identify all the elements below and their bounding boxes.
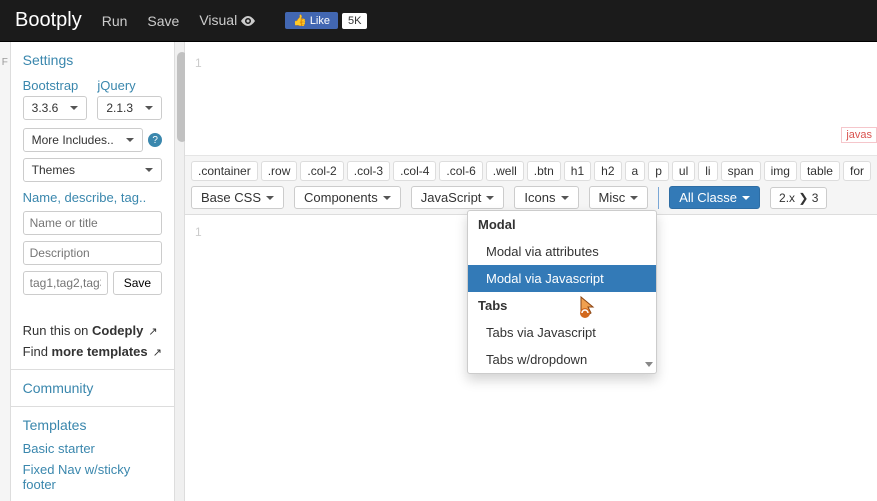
snippet-pill[interactable]: p	[648, 161, 669, 181]
save-link[interactable]: Save	[147, 13, 179, 29]
snippet-pill[interactable]: .col-4	[393, 161, 436, 181]
javascript-dropdown-menu: Modal Modal via attributes Modal via Jav…	[467, 210, 657, 374]
run-link[interactable]: Run	[102, 13, 128, 29]
tag-pills-row: .container.row.col-2.col-3.col-4.col-6.w…	[191, 161, 871, 181]
sidebar: Settings Bootstrap 3.3.6 jQuery 2.1.3 Mo…	[11, 42, 174, 501]
find-more-templates[interactable]: Find more templates ↗	[23, 344, 162, 359]
thumb-icon: 👍	[293, 14, 307, 27]
caret-down-icon	[561, 196, 569, 200]
description-input[interactable]	[23, 241, 162, 265]
snippet-pill[interactable]: ul	[672, 161, 695, 181]
snippet-pill[interactable]: h1	[564, 161, 591, 181]
components-dropdown[interactable]: Components	[294, 186, 401, 209]
external-link-icon: ↗	[150, 347, 162, 359]
dropdown-item-modal-javascript[interactable]: Modal via Javascript	[468, 265, 656, 292]
external-link-icon: ↗	[145, 326, 157, 338]
snippet-pill[interactable]: table	[800, 161, 840, 181]
misc-dropdown[interactable]: Misc	[589, 186, 649, 209]
fb-like-count: 5K	[342, 13, 367, 29]
all-classes-dropdown[interactable]: All Classe	[669, 186, 760, 209]
caret-down-icon	[266, 196, 274, 200]
snippet-pill[interactable]: .container	[191, 161, 258, 181]
caret-down-icon	[145, 168, 153, 172]
snippet-toolbar: .container.row.col-2.col-3.col-4.col-6.w…	[185, 156, 877, 215]
sidebar-scrollbar[interactable]	[174, 42, 185, 501]
fb-like-widget[interactable]: 👍 Like 5K	[285, 12, 367, 29]
jquery-version-select[interactable]: 2.1.3	[97, 96, 162, 120]
chevron-down-icon	[645, 362, 653, 367]
caret-down-icon	[145, 106, 153, 110]
bootstrap-version-value: 3.3.6	[32, 101, 59, 115]
dropdown-section-modal: Modal	[468, 211, 656, 238]
snippet-pill[interactable]: .col-6	[439, 161, 482, 181]
find-prefix: Find	[23, 344, 52, 359]
codeply-link: Codeply	[92, 323, 143, 338]
dropdown-item-modal-attributes[interactable]: Modal via attributes	[468, 238, 656, 265]
snippet-pill[interactable]: span	[721, 161, 761, 181]
name-describe-link[interactable]: Name, describe, tag..	[23, 190, 162, 205]
caret-down-icon	[486, 196, 494, 200]
name-input[interactable]	[23, 211, 162, 235]
jquery-label: jQuery	[97, 78, 162, 93]
snippet-pill[interactable]: a	[625, 161, 646, 181]
snippet-pill[interactable]: h2	[594, 161, 621, 181]
save-button[interactable]: Save	[113, 271, 162, 295]
fb-like-button[interactable]: 👍 Like	[285, 12, 338, 29]
run-on-prefix: Run this on	[23, 323, 92, 338]
snippet-pill[interactable]: li	[698, 161, 717, 181]
snippet-pill[interactable]: for	[843, 161, 871, 181]
visual-label: Visual	[199, 12, 237, 28]
visual-link[interactable]: Visual	[199, 12, 255, 29]
brand-logo[interactable]: Bootply	[15, 9, 82, 32]
dropdown-item-tabs-javascript[interactable]: Tabs via Javascript	[468, 319, 656, 346]
caret-down-icon	[383, 196, 391, 200]
caret-down-icon	[126, 138, 134, 142]
version-migrate-button[interactable]: 2.x ❯ 3	[770, 187, 827, 209]
community-heading[interactable]: Community	[23, 380, 162, 396]
fb-like-label: Like	[310, 15, 330, 27]
jquery-version-value: 2.1.3	[106, 101, 133, 115]
tags-input[interactable]	[23, 271, 108, 295]
caret-down-icon	[70, 106, 78, 110]
bootstrap-label: Bootstrap	[23, 78, 88, 93]
snippet-pill[interactable]: .well	[486, 161, 524, 181]
pointer-cursor-icon	[575, 295, 595, 319]
javascript-dropdown[interactable]: JavaScript	[411, 186, 505, 209]
themes-label: Themes	[32, 163, 75, 177]
themes-select[interactable]: Themes	[23, 158, 162, 182]
more-includes-select[interactable]: More Includes..	[23, 128, 143, 152]
dropdown-item-tabs-dropdown[interactable]: Tabs w/dropdown	[468, 346, 656, 373]
icons-dropdown[interactable]: Icons	[514, 186, 578, 209]
snippet-pill[interactable]: .row	[261, 161, 298, 181]
dropdown-section-tabs: Tabs	[468, 292, 656, 319]
templates-heading[interactable]: Templates	[23, 417, 162, 433]
top-navbar: Bootply Run Save Visual 👍 Like 5K	[0, 0, 877, 42]
line-number: 1	[195, 225, 202, 239]
toolbar-divider	[658, 187, 659, 209]
eye-icon	[241, 13, 255, 29]
javascript-badge: javas	[841, 127, 877, 143]
snippet-pill[interactable]: img	[764, 161, 797, 181]
run-on-codeply[interactable]: Run this on Codeply ↗	[23, 323, 162, 338]
editor-top-pane[interactable]: 1 javas	[185, 42, 877, 156]
settings-heading[interactable]: Settings	[23, 52, 162, 68]
more-templates-link: more templates	[52, 344, 148, 359]
template-basic-starter[interactable]: Basic starter	[23, 441, 162, 456]
caret-down-icon	[630, 196, 638, 200]
bootstrap-version-select[interactable]: 3.3.6	[23, 96, 88, 120]
line-number: 1	[195, 56, 202, 70]
caret-down-icon	[742, 196, 750, 200]
base-css-dropdown[interactable]: Base CSS	[191, 186, 284, 209]
dropdown-scroll-indicator[interactable]	[644, 362, 654, 367]
left-strip: F	[0, 42, 11, 501]
more-includes-label: More Includes..	[32, 133, 114, 147]
help-icon[interactable]: ?	[148, 133, 162, 147]
snippet-pill[interactable]: .btn	[527, 161, 561, 181]
template-fixed-nav[interactable]: Fixed Nav w/sticky footer	[23, 462, 162, 492]
snippet-pill[interactable]: .col-2	[300, 161, 343, 181]
snippet-pill[interactable]: .col-3	[347, 161, 390, 181]
